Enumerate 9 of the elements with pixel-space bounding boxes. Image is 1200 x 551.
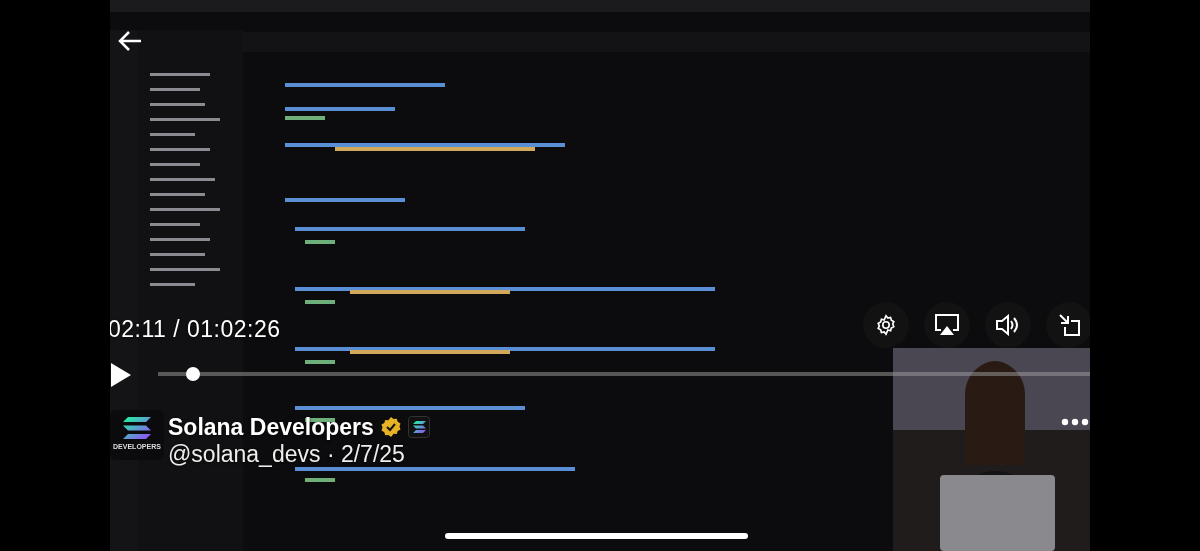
play-icon[interactable] xyxy=(110,362,132,388)
settings-icon xyxy=(875,314,897,336)
logo-icon xyxy=(123,417,151,440)
logo-icon xyxy=(407,416,430,439)
back-icon[interactable] xyxy=(118,30,142,52)
more-icon[interactable] xyxy=(1061,418,1089,426)
speaker-icon xyxy=(995,314,1021,336)
screen-cast-icon xyxy=(934,313,960,337)
rotate-icon xyxy=(1057,313,1081,337)
